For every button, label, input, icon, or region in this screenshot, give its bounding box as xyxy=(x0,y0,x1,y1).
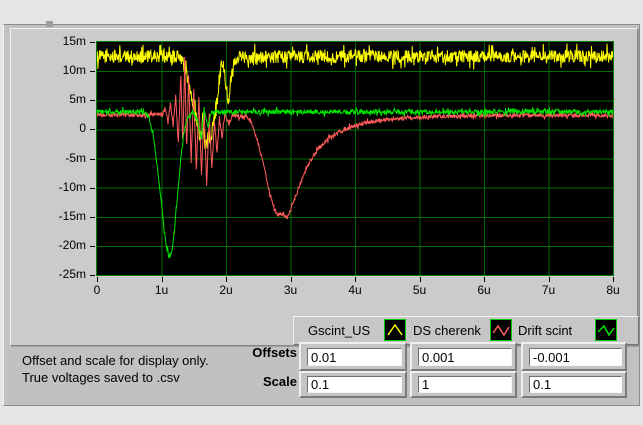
scale-input-drift-scint[interactable] xyxy=(529,376,622,393)
y-tick-label: 5m xyxy=(69,92,86,107)
offset-field-frame-2 xyxy=(410,342,517,371)
y-tick-label: 0 xyxy=(79,121,86,136)
y-tick-mark xyxy=(90,216,95,218)
x-tick-mark xyxy=(613,277,614,282)
x-tick-mark xyxy=(548,277,550,282)
y-tick-mark xyxy=(90,275,95,276)
scale-label: Scale xyxy=(263,374,297,389)
plot-area xyxy=(96,41,614,276)
y-tick-label: 10m xyxy=(62,63,86,78)
offset-input-gscint-us[interactable] xyxy=(307,348,402,366)
offset-field-frame-1 xyxy=(299,342,407,371)
x-tick-label: 2u xyxy=(219,283,233,297)
x-tick-mark xyxy=(161,277,163,282)
display-note-line1: Offset and scale for display only. xyxy=(22,353,209,368)
x-tick-mark xyxy=(484,277,485,282)
offset-input-drift-scint[interactable] xyxy=(529,348,622,366)
display-note-line2: True voltages saved to .csv xyxy=(22,370,180,385)
x-tick-mark xyxy=(419,277,421,282)
legend-label-drift-scint[interactable]: Drift scint xyxy=(518,323,572,338)
x-tick-mark xyxy=(226,277,227,282)
x-tick-label: 7u xyxy=(541,283,556,297)
legend-swatch-ds-cherenk-icon[interactable] xyxy=(490,319,512,341)
scale-field-frame-1 xyxy=(299,371,407,398)
y-tick-mark xyxy=(90,100,95,102)
y-tick-mark xyxy=(90,187,95,189)
legend-label-ds-cherenk[interactable]: DS cherenk xyxy=(413,323,481,338)
x-tick-label: 4u xyxy=(348,283,362,297)
y-tick-mark xyxy=(90,245,95,247)
panel-origin-marker xyxy=(46,21,53,27)
offset-field-frame-3 xyxy=(521,342,627,371)
y-tick-label: -25m xyxy=(58,267,86,281)
offsets-label: Offsets xyxy=(252,345,297,360)
y-tick-mark xyxy=(90,129,95,131)
x-tick-label: 8u xyxy=(606,283,620,297)
y-tick-label: -5m xyxy=(65,150,86,165)
y-tick-mark xyxy=(90,42,95,43)
scale-input-ds-cherenk[interactable] xyxy=(418,376,512,393)
y-tick-label: -10m xyxy=(58,179,86,194)
y-tick-label: 15m xyxy=(62,34,86,48)
gridlines xyxy=(97,42,613,275)
legend-swatch-gscint-us-icon[interactable] xyxy=(384,319,406,341)
y-tick-mark xyxy=(90,158,95,160)
display-note: Offset and scale for display only. True … xyxy=(22,352,209,386)
scale-input-frame-3 xyxy=(521,371,627,398)
scale-input-gscint-us[interactable] xyxy=(307,376,402,393)
plot-legend: Gscint_US DS cherenk Drift scint xyxy=(293,316,639,345)
x-tick-label: 5u xyxy=(412,283,427,297)
front-panel-window: 15m 10m 5m 0 -5m -10m -15m -20m -25m 0 1u 2u 3u 4u 5u… xyxy=(0,0,643,425)
x-tick-label: 3u xyxy=(283,283,298,297)
x-tick-mark xyxy=(355,277,356,282)
x-tick-label: 6u xyxy=(477,283,491,297)
x-tick-mark xyxy=(290,277,292,282)
x-tick-mark xyxy=(97,277,98,282)
y-tick-label: -20m xyxy=(58,237,86,252)
legend-label-gscint-us[interactable]: Gscint_US xyxy=(308,323,370,338)
x-tick-label: 1u xyxy=(154,283,169,297)
scale-field-frame-2 xyxy=(410,371,517,398)
x-tick-label: 0 xyxy=(93,283,101,297)
y-tick-mark xyxy=(90,71,95,73)
legend-swatch-drift-scint-icon[interactable] xyxy=(595,319,617,341)
waveform-plot-canvas xyxy=(97,42,613,275)
y-tick-label: -15m xyxy=(58,208,86,223)
offset-input-ds-cherenk[interactable] xyxy=(418,348,512,366)
